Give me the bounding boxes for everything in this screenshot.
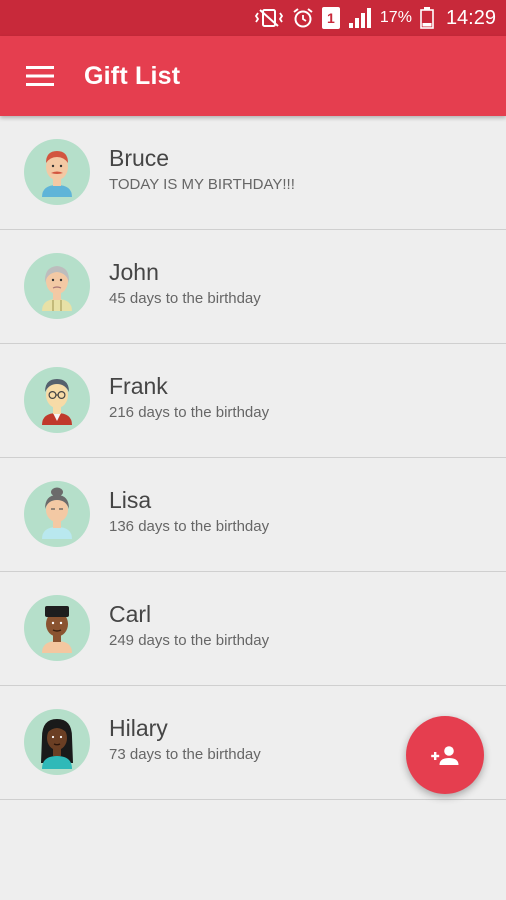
contact-name: John	[109, 259, 159, 285]
sim-icon: 1	[321, 7, 340, 29]
battery-icon	[420, 7, 434, 29]
contact-row-bruce[interactable]: Bruce TODAY IS MY BIRTHDAY!!!	[0, 116, 506, 230]
menu-button[interactable]	[0, 36, 80, 116]
birthday-countdown: TODAY IS MY BIRTHDAY!!!	[109, 176, 295, 193]
page-title: Gift List	[84, 61, 181, 90]
woman-bun-hair-avatar	[24, 481, 90, 547]
birthday-countdown: 73 days to the birthday	[109, 746, 261, 763]
hamburger-menu-icon	[26, 66, 54, 86]
man-dark-skin-avatar	[24, 595, 90, 661]
status-bar: 1 17% 14:29	[0, 0, 506, 36]
contact-name: Hilary	[109, 715, 168, 741]
contact-row-carl[interactable]: Carl 249 days to the birthday	[0, 572, 506, 686]
contact-list: Bruce TODAY IS MY BIRTHDAY!!! John 45 da…	[0, 116, 506, 800]
add-person-icon	[431, 746, 459, 765]
woman-dark-skin-long-hair-avatar	[24, 709, 90, 775]
contact-name: Lisa	[109, 487, 152, 513]
contact-row-john[interactable]: John 45 days to the birthday	[0, 230, 506, 344]
signal-icon	[348, 7, 372, 29]
birthday-countdown: 45 days to the birthday	[109, 290, 261, 307]
contact-row-lisa[interactable]: Lisa 136 days to the birthday	[0, 458, 506, 572]
vibrate-icon	[254, 8, 284, 28]
battery-percent: 17%	[379, 9, 412, 26]
man-red-hair-mustache-avatar	[24, 139, 90, 205]
contact-row-frank[interactable]: Frank 216 days to the birthday	[0, 344, 506, 458]
birthday-countdown: 216 days to the birthday	[109, 404, 270, 421]
clock: 14:29	[445, 6, 496, 29]
contact-name: Carl	[109, 601, 152, 627]
alarm-icon	[292, 7, 314, 29]
birthday-countdown: 249 days to the birthday	[109, 632, 270, 649]
old-man-gray-hair-avatar	[24, 253, 90, 319]
app-bar: Gift List	[0, 36, 506, 116]
add-contact-button[interactable]	[406, 716, 484, 794]
man-glasses-avatar	[24, 367, 90, 433]
contact-name: Bruce	[109, 145, 170, 171]
birthday-countdown: 136 days to the birthday	[109, 518, 270, 535]
contact-name: Frank	[109, 373, 168, 399]
